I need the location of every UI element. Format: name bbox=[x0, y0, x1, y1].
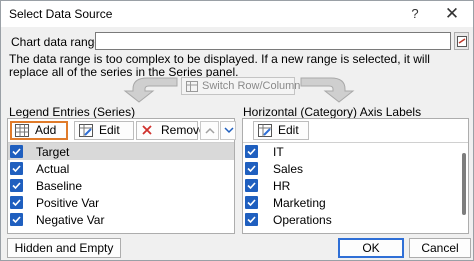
series-label: Baseline bbox=[36, 179, 83, 193]
category-row-hr[interactable]: HR bbox=[243, 177, 468, 194]
series-label: Target bbox=[36, 145, 70, 159]
category-label: Sales bbox=[273, 162, 304, 176]
category-row-it[interactable]: IT bbox=[243, 143, 468, 160]
edit-series-button[interactable]: Edit bbox=[74, 121, 134, 140]
curved-arrow-left-icon bbox=[123, 77, 178, 103]
series-checkbox[interactable] bbox=[10, 213, 23, 226]
series-label: Positive Var bbox=[36, 196, 100, 210]
remove-series-button[interactable]: Remove bbox=[136, 121, 206, 140]
add-series-button[interactable]: Add bbox=[10, 121, 68, 140]
category-label: IT bbox=[273, 145, 284, 159]
series-row-positive-var[interactable]: Positive Var bbox=[8, 194, 234, 211]
checkmark-icon bbox=[12, 199, 21, 207]
series-checkbox[interactable] bbox=[10, 162, 23, 175]
series-row-actual[interactable]: Actual bbox=[8, 160, 234, 177]
checkmark-icon bbox=[12, 182, 21, 190]
checkmark-icon bbox=[247, 182, 256, 190]
axis-list-scrollbar[interactable] bbox=[460, 143, 468, 233]
checkmark-icon bbox=[247, 199, 256, 207]
series-row-baseline[interactable]: Baseline bbox=[8, 177, 234, 194]
move-up-button[interactable] bbox=[200, 121, 219, 140]
edit-table-icon bbox=[79, 124, 93, 137]
series-checkbox[interactable] bbox=[10, 145, 23, 158]
chevron-up-icon bbox=[205, 127, 215, 134]
close-button[interactable]: ✕ bbox=[433, 3, 471, 25]
remove-label: Remove bbox=[161, 123, 206, 137]
checkmark-icon bbox=[12, 148, 21, 156]
axis-labels-header: Horizontal (Category) Axis Labels bbox=[243, 105, 422, 119]
collapse-dialog-icon bbox=[457, 36, 467, 47]
chevron-down-icon bbox=[224, 127, 234, 134]
title-bar: Select Data Source ? ✕ bbox=[1, 1, 473, 27]
series-checkbox[interactable] bbox=[10, 179, 23, 192]
switch-row-column-label: Switch Row/Column bbox=[202, 80, 301, 92]
checkmark-icon bbox=[12, 216, 21, 224]
chart-data-range-input[interactable] bbox=[95, 32, 451, 50]
category-label: Marketing bbox=[273, 196, 326, 210]
axis-labels-list: IT Sales HR Marketing Operations bbox=[243, 143, 468, 228]
category-label: HR bbox=[273, 179, 291, 193]
legend-toolbar: Add Edit Remove bbox=[8, 119, 236, 143]
checkmark-icon bbox=[247, 148, 256, 156]
cancel-button[interactable]: Cancel bbox=[409, 238, 471, 258]
range-picker-button[interactable] bbox=[454, 32, 469, 50]
curved-arrow-right-icon bbox=[300, 77, 355, 103]
switch-grid-icon bbox=[186, 81, 198, 92]
category-checkbox[interactable] bbox=[245, 213, 258, 226]
category-checkbox[interactable] bbox=[245, 145, 258, 158]
series-label: Actual bbox=[36, 162, 70, 176]
range-info-message: The data range is too complex to be disp… bbox=[9, 52, 430, 79]
scrollbar-thumb[interactable] bbox=[462, 153, 466, 215]
move-down-button[interactable] bbox=[220, 121, 236, 140]
legend-entries-panel: Add Edit Remove Target Actual Baseline P… bbox=[7, 118, 236, 234]
edit-axis-labels-button[interactable]: Edit bbox=[253, 121, 309, 140]
category-label: Operations bbox=[273, 213, 332, 227]
category-row-operations[interactable]: Operations bbox=[243, 211, 468, 228]
series-row-target[interactable]: Target bbox=[8, 143, 234, 160]
legend-series-list: Target Actual Baseline Positive Var Nega… bbox=[8, 143, 234, 228]
category-checkbox[interactable] bbox=[245, 162, 258, 175]
checkmark-icon bbox=[247, 165, 256, 173]
hidden-empty-cells-button[interactable]: Hidden and Empty Cells bbox=[7, 238, 121, 261]
category-row-sales[interactable]: Sales bbox=[243, 160, 468, 177]
axis-labels-panel: Edit IT Sales HR Marketing Operations bbox=[242, 118, 469, 234]
axis-toolbar: Edit bbox=[243, 119, 468, 143]
add-table-icon bbox=[15, 124, 29, 137]
remove-x-icon bbox=[142, 125, 152, 135]
dialog-title: Select Data Source bbox=[9, 7, 113, 21]
add-label: Add bbox=[35, 123, 57, 137]
edit-table-icon bbox=[258, 124, 272, 137]
edit-label: Edit bbox=[99, 123, 120, 137]
series-label: Negative Var bbox=[36, 213, 105, 227]
category-checkbox[interactable] bbox=[245, 196, 258, 209]
edit-axis-label: Edit bbox=[278, 123, 299, 137]
legend-entries-header: Legend Entries (Series) bbox=[9, 105, 136, 119]
switch-row-column-button[interactable]: Switch Row/Column bbox=[181, 77, 300, 95]
series-checkbox[interactable] bbox=[10, 196, 23, 209]
help-button[interactable]: ? bbox=[401, 3, 429, 25]
category-row-marketing[interactable]: Marketing bbox=[243, 194, 468, 211]
series-row-negative-var[interactable]: Negative Var bbox=[8, 211, 234, 228]
category-checkbox[interactable] bbox=[245, 179, 258, 192]
select-data-source-dialog: Select Data Source ? ✕ Chart data range:… bbox=[0, 0, 474, 261]
checkmark-icon bbox=[247, 216, 256, 224]
ok-button[interactable]: OK bbox=[338, 238, 404, 258]
chart-data-range-label: Chart data range: bbox=[11, 35, 105, 49]
checkmark-icon bbox=[12, 165, 21, 173]
